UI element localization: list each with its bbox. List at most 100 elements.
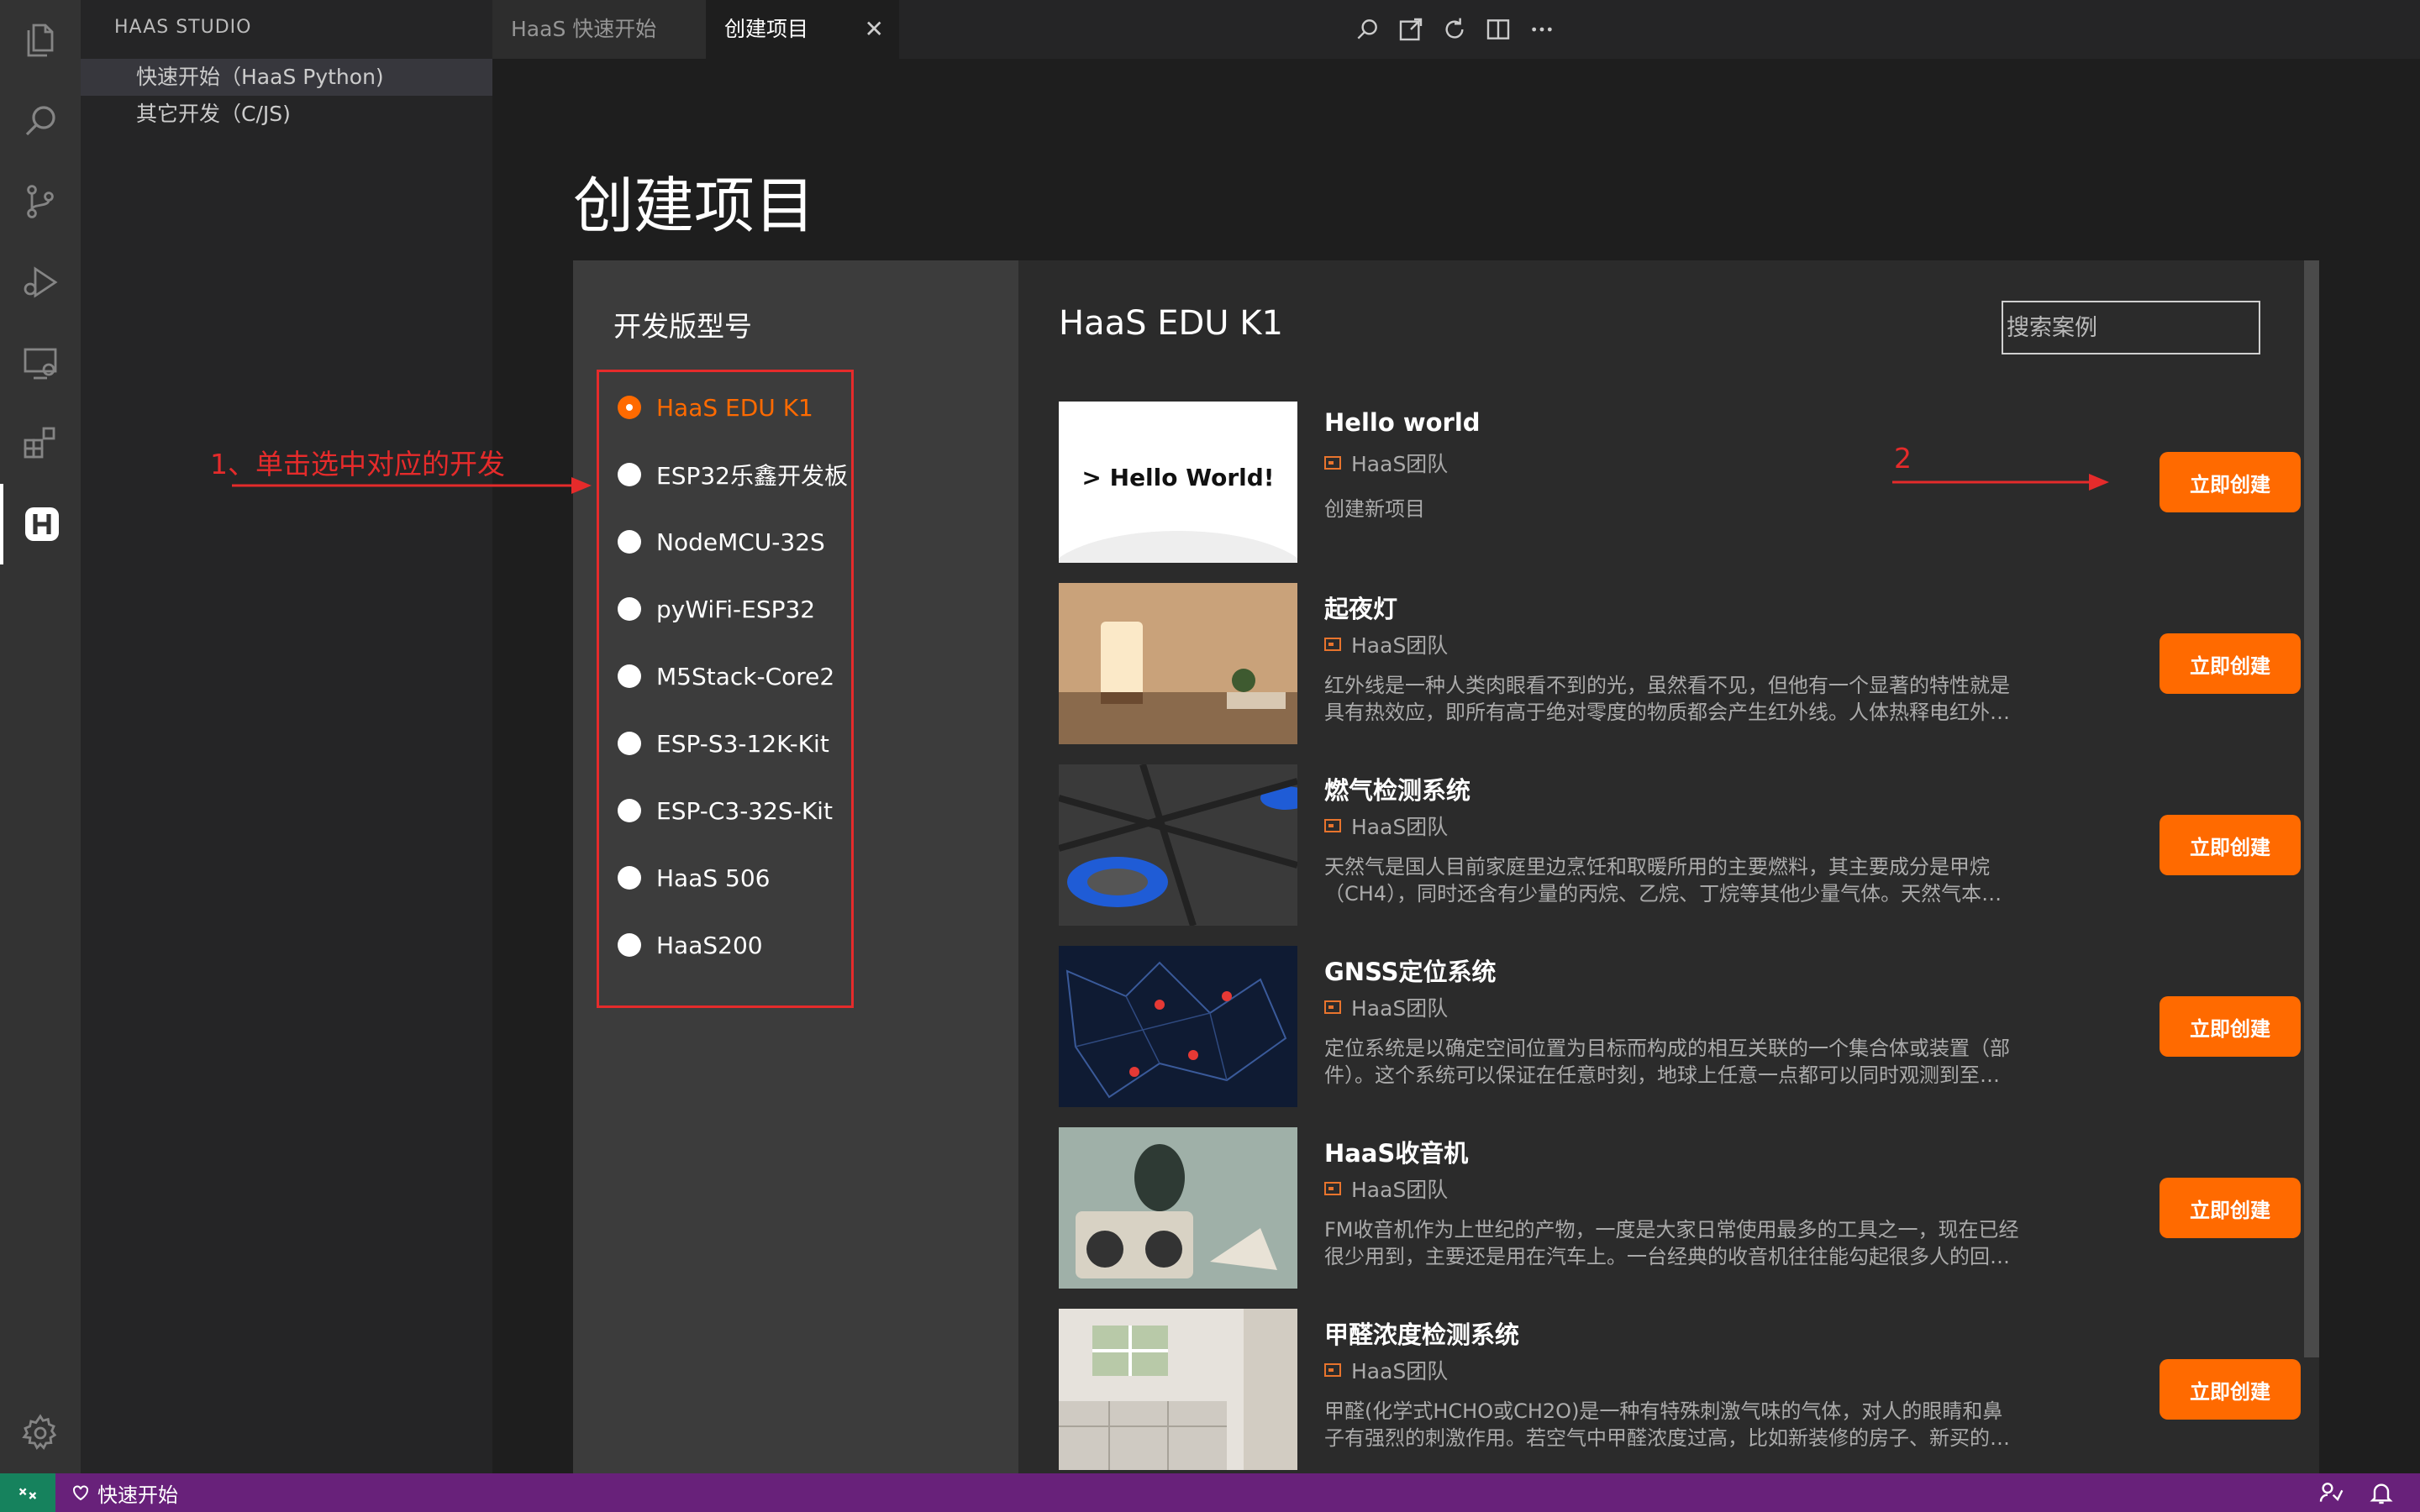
case-author-row: HaaS团队 <box>1324 632 1449 658</box>
close-icon[interactable]: ✕ <box>865 0 884 59</box>
case-description: 定位系统是以确定空间位置为目标而构成的相互关联的一个集合体或装置（部件）。这个系… <box>1324 1037 2010 1087</box>
search-input[interactable] <box>2002 301 2260 354</box>
case-description: 甲醛(化学式HCHO或CH2O)是一种有特殊刺激气味的气体，对人的眼睛和鼻子有强… <box>1324 1399 2003 1450</box>
extensions-icon[interactable] <box>0 403 81 484</box>
case-thumbnail <box>1059 764 1297 926</box>
author-card-icon <box>1324 638 1341 651</box>
board-option-label: HaaS 506 <box>656 864 771 892</box>
radio-icon[interactable] <box>618 732 641 755</box>
case-thumbnail <box>1059 1309 1297 1470</box>
board-option-haas-506[interactable]: HaaS 506 <box>618 861 771 895</box>
author-card-icon <box>1324 1182 1341 1195</box>
case-author: HaaS团队 <box>1351 452 1449 476</box>
split-editor-icon[interactable] <box>1482 13 1514 45</box>
case-title: 起夜灯 <box>1324 595 1398 623</box>
settings-gear-icon[interactable] <box>0 1393 81 1473</box>
board-option-haas-edu-k1[interactable]: HaaS EDU K1 <box>618 391 813 424</box>
create-now-button[interactable]: 立即创建 <box>2160 1359 2301 1420</box>
author-card-icon <box>1324 1363 1341 1377</box>
case-author: HaaS团队 <box>1351 1359 1449 1383</box>
case-title: Hello world <box>1324 408 1481 437</box>
radio-icon[interactable] <box>618 530 641 554</box>
sidebar-item-quick-start[interactable]: 快速开始（HaaS Python) <box>81 59 492 96</box>
status-bar: 快速开始 <box>0 1473 2420 1512</box>
board-option-m5stack[interactable]: M5Stack-Core2 <box>618 659 834 693</box>
sidebar-title: HAAS STUDIO <box>114 17 252 38</box>
cases-panel: HaaS EDU K1 > Hello World! Hello world H… <box>1018 260 2319 1473</box>
board-option-esp32[interactable]: ESP32乐鑫开发板 <box>618 458 848 491</box>
board-panel: 开发版型号 HaaS EDU K1 ESP32乐鑫开发板 NodeMCU-32S… <box>573 260 1018 1473</box>
case-title: 燃气检测系统 <box>1324 776 1471 805</box>
explorer-icon[interactable] <box>0 0 81 81</box>
notifications-bell-icon[interactable] <box>2368 1479 2395 1506</box>
board-option-label: pyWiFi-ESP32 <box>656 595 816 623</box>
case-author-row: HaaS团队 <box>1324 450 1449 476</box>
feedback-icon[interactable] <box>2317 1479 2344 1506</box>
create-now-button[interactable]: 立即创建 <box>2160 996 2301 1057</box>
case-item-night-light: 起夜灯 HaaS团队 红外线是一种人类肉眼看不到的光，虽然看不见，但他有一个显著… <box>1059 583 2301 744</box>
sidebar-item-other-dev[interactable]: 其它开发（C/JS) <box>81 96 492 133</box>
create-now-button[interactable]: 立即创建 <box>2160 1178 2301 1238</box>
case-item-formaldehyde: 甲醛浓度检测系统 HaaS团队 甲醛(化学式HCHO或CH2O)是一种有特殊刺激… <box>1059 1309 2301 1470</box>
source-control-icon[interactable] <box>0 161 81 242</box>
refresh-icon[interactable] <box>1439 13 1470 45</box>
more-actions-icon[interactable] <box>1526 13 1558 45</box>
case-author-row: HaaS团队 <box>1324 1176 1449 1202</box>
board-option-pywifi[interactable]: pyWiFi-ESP32 <box>618 592 815 626</box>
radio-icon[interactable] <box>618 463 641 486</box>
cases-heading: HaaS EDU K1 <box>1059 304 1283 343</box>
case-description: FM收音机作为上世纪的产物，一度是大家日常使用最多的工具之一，现在已经很少用到，… <box>1324 1218 2019 1268</box>
case-author: HaaS团队 <box>1351 633 1449 658</box>
board-option-esp-c3[interactable]: ESP-C3-32S-Kit <box>618 794 833 827</box>
board-option-haas200[interactable]: HaaS200 <box>618 928 763 962</box>
author-card-icon <box>1324 456 1341 470</box>
author-card-icon <box>1324 1000 1341 1014</box>
board-option-label: ESP-S3-12K-Kit <box>656 729 829 758</box>
create-now-button[interactable]: 立即创建 <box>2160 452 2301 512</box>
radio-icon[interactable] <box>618 664 641 688</box>
case-item-radio: HaaS收音机 HaaS团队 FM收音机作为上世纪的产物，一度是大家日常使用最多… <box>1059 1127 2301 1289</box>
case-author-row: HaaS团队 <box>1324 813 1449 839</box>
author-card-icon <box>1324 819 1341 832</box>
open-external-icon[interactable] <box>1395 13 1427 45</box>
board-option-label: HaaS EDU K1 <box>656 393 813 422</box>
remote-explorer-icon[interactable] <box>0 323 81 403</box>
board-option-label: HaaS200 <box>656 931 763 959</box>
case-author: HaaS团队 <box>1351 1178 1449 1202</box>
activity-bar <box>0 0 81 1473</box>
create-now-button[interactable]: 立即创建 <box>2160 815 2301 875</box>
case-thumbnail <box>1059 946 1297 1107</box>
search-icon[interactable] <box>1351 13 1383 45</box>
tab-bar: HaaS 快速开始 创建项目 ✕ <box>492 0 2420 59</box>
tab-haas-quick-start[interactable]: HaaS 快速开始 <box>492 0 706 59</box>
board-option-esp-s3[interactable]: ESP-S3-12K-Kit <box>618 727 829 760</box>
radio-icon[interactable] <box>618 933 641 957</box>
radio-checked-icon[interactable] <box>618 396 641 419</box>
board-highlight-box: HaaS EDU K1 ESP32乐鑫开发板 NodeMCU-32S pyWiF… <box>597 370 854 1008</box>
case-title: HaaS收音机 <box>1324 1139 1469 1168</box>
radio-icon[interactable] <box>618 597 641 621</box>
create-now-button[interactable]: 立即创建 <box>2160 633 2301 694</box>
case-thumbnail: > Hello World! <box>1059 402 1297 563</box>
case-thumbnail <box>1059 583 1297 744</box>
radio-icon[interactable] <box>618 799 641 822</box>
case-author: HaaS团队 <box>1351 815 1449 839</box>
radio-icon[interactable] <box>618 866 641 890</box>
case-item-gas-detection: 燃气检测系统 HaaS团队 天然气是国人目前家庭里边烹饪和取暖所用的主要燃料，其… <box>1059 764 2301 926</box>
board-option-nodemcu[interactable]: NodeMCU-32S <box>618 525 825 559</box>
board-heading: 开发版型号 <box>613 310 752 343</box>
search-icon[interactable] <box>0 81 81 161</box>
remote-indicator-icon[interactable] <box>0 1473 55 1512</box>
annotation-step2-text: 2 <box>1894 442 1912 475</box>
scrollbar[interactable] <box>2304 260 2319 1357</box>
case-thumbnail <box>1059 1127 1297 1289</box>
haas-studio-icon[interactable] <box>0 484 81 564</box>
tab-create-project[interactable]: 创建项目 ✕ <box>706 0 899 59</box>
case-description: 红外线是一种人类肉眼看不到的光，虽然看不见，但他有一个显著的特性就是具有热效应，… <box>1324 674 2010 724</box>
status-quick-start[interactable]: 快速开始 <box>71 1473 178 1512</box>
create-project-panel: 开发版型号 HaaS EDU K1 ESP32乐鑫开发板 NodeMCU-32S… <box>573 260 2319 1473</box>
sidebar: HAAS STUDIO 快速开始（HaaS Python) 其它开发（C/JS) <box>81 0 492 1473</box>
tab-label: 创建项目 <box>724 17 809 41</box>
case-author-row: HaaS团队 <box>1324 1357 1448 1383</box>
run-debug-icon[interactable] <box>0 242 81 323</box>
